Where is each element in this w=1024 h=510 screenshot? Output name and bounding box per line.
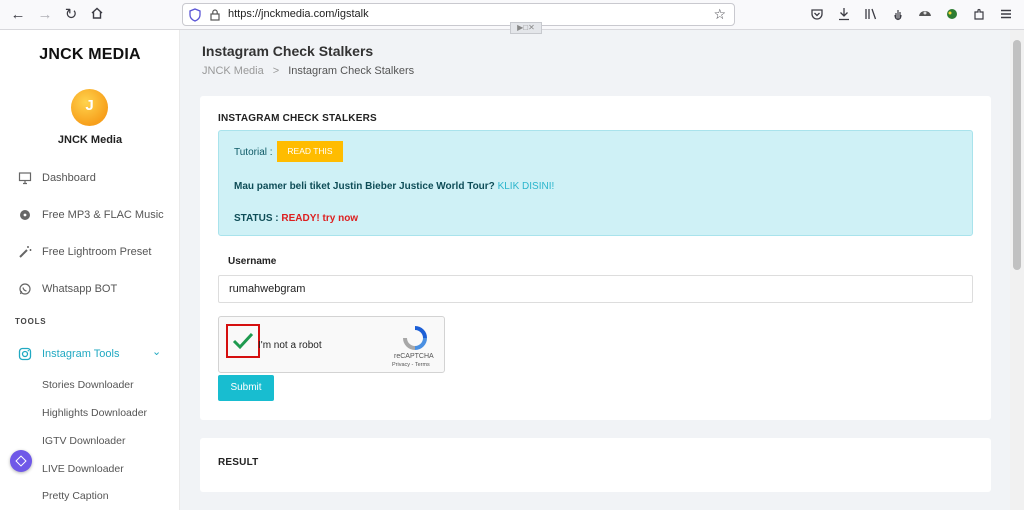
menu-icon[interactable] xyxy=(999,7,1013,21)
library-icon[interactable] xyxy=(864,7,878,21)
promo-message: Mau pamer beli tiket Justin Bieber Justi… xyxy=(234,181,495,192)
extension-icon[interactable] xyxy=(891,7,905,21)
sidebar-item-label: Free MP3 & FLAC Music xyxy=(42,209,164,221)
scrollbar-thumb[interactable] xyxy=(1013,40,1021,270)
shield-icon[interactable] xyxy=(189,8,201,22)
brand-title[interactable]: JNCK MEDIA xyxy=(0,46,180,64)
sidebar-subitem-stories[interactable]: Stories Downloader xyxy=(42,379,134,391)
info-alert: Tutorial : READ THIS Mau pamer beli tike… xyxy=(218,130,973,236)
submit-button[interactable]: Submit xyxy=(218,375,274,401)
forward-arrow-icon[interactable]: → xyxy=(36,6,54,24)
bookmark-star-icon[interactable]: ☆ xyxy=(713,6,726,23)
result-card: RESULT xyxy=(200,438,991,492)
recaptcha-label: I'm not a robot xyxy=(258,340,322,351)
monitor-icon xyxy=(18,172,32,185)
lock-icon[interactable] xyxy=(209,8,221,22)
sidebar-subitem-highlights[interactable]: Highlights Downloader xyxy=(42,407,147,419)
card-title: INSTAGRAM CHECK STALKERS xyxy=(218,113,377,124)
recaptcha-logo-icon xyxy=(403,326,427,350)
sidebar-item-whatsapp[interactable]: Whatsapp BOT xyxy=(0,277,180,301)
promo-text: Mau pamer beli tiket Justin Bieber Justi… xyxy=(234,181,554,192)
sidebar-subitem-caption[interactable]: Pretty Caption xyxy=(42,490,109,502)
page-scrollbar[interactable] xyxy=(1010,30,1024,510)
disc-icon xyxy=(20,210,30,220)
status-label: STATUS : xyxy=(234,213,279,224)
sidebar: JNCK MEDIA JNCK Media Dashboard Free MP3… xyxy=(0,30,180,510)
breadcrumb-home[interactable]: JNCK Media xyxy=(202,65,264,77)
recaptcha-terms[interactable]: Privacy - Terms xyxy=(392,362,430,368)
username-label: Username xyxy=(228,256,277,267)
username-input[interactable] xyxy=(218,275,973,303)
recaptcha-checkbox[interactable] xyxy=(226,324,260,358)
sidebar-item-lightroom[interactable]: Free Lightroom Preset xyxy=(0,240,180,264)
status-value: READY! try now xyxy=(281,213,359,224)
recaptcha-brand: reCAPTCHA xyxy=(394,353,434,360)
url-text[interactable]: https://jnckmedia.com/igstalk xyxy=(228,8,369,20)
browser-toolbar: ← → ↻ https://jnckmedia.com/igstalk ☆ ▶□… xyxy=(0,0,1024,34)
breadcrumb-separator: > xyxy=(272,65,280,77)
sidebar-item-label: Instagram Tools xyxy=(42,348,120,360)
extensions-icon[interactable] xyxy=(972,7,986,21)
reload-icon[interactable]: ↻ xyxy=(62,6,80,24)
sidebar-subitem-igtv[interactable]: IGTV Downloader xyxy=(42,435,125,447)
result-title: RESULT xyxy=(218,457,259,468)
chevron-down-icon[interactable]: ⌄ xyxy=(152,345,161,358)
floating-action-button[interactable] xyxy=(10,450,32,472)
profile-name: JNCK Media xyxy=(57,134,123,146)
pocket-icon[interactable] xyxy=(810,7,824,21)
avatar xyxy=(71,89,108,126)
sidebar-section-tools: TOOLS xyxy=(15,317,47,326)
sidebar-item-music[interactable]: Free MP3 & FLAC Music xyxy=(0,203,180,227)
instagram-icon xyxy=(18,347,32,361)
back-arrow-icon[interactable]: ← xyxy=(9,6,27,24)
puzzle-icon[interactable] xyxy=(945,7,959,21)
checkmark-icon xyxy=(232,332,254,350)
stalker-form-card: INSTAGRAM CHECK STALKERS Tutorial : READ… xyxy=(200,96,991,420)
breadcrumb-current: Instagram Check Stalkers xyxy=(288,65,415,77)
recaptcha-widget: I'm not a robot reCAPTCHA Privacy - Term… xyxy=(218,316,445,373)
overlay-tag: ▶□✕ xyxy=(510,22,542,34)
account-icon[interactable] xyxy=(918,7,932,21)
sidebar-item-instagram-tools[interactable]: Instagram Tools ⌄ xyxy=(0,342,180,366)
home-icon[interactable] xyxy=(88,6,106,24)
sidebar-subitem-live[interactable]: LIVE Downloader xyxy=(42,463,124,475)
sidebar-item-label: Dashboard xyxy=(42,172,96,184)
whatsapp-icon xyxy=(19,283,31,295)
breadcrumb: JNCK Media > Instagram Check Stalkers xyxy=(202,65,414,77)
promo-link[interactable]: KLIK DISINI! xyxy=(498,181,555,192)
download-icon[interactable] xyxy=(837,7,851,21)
url-bar[interactable]: https://jnckmedia.com/igstalk ☆ xyxy=(182,3,735,26)
tutorial-label: Tutorial : xyxy=(234,147,273,158)
magic-wand-icon xyxy=(19,246,32,258)
page-title: Instagram Check Stalkers xyxy=(202,43,374,59)
status-text: STATUS : READY! try now xyxy=(234,213,358,224)
sidebar-item-label: Whatsapp BOT xyxy=(42,283,118,295)
sidebar-item-label: Free Lightroom Preset xyxy=(42,246,152,258)
read-this-button[interactable]: READ THIS xyxy=(277,141,343,162)
sidebar-item-dashboard[interactable]: Dashboard xyxy=(0,166,180,190)
